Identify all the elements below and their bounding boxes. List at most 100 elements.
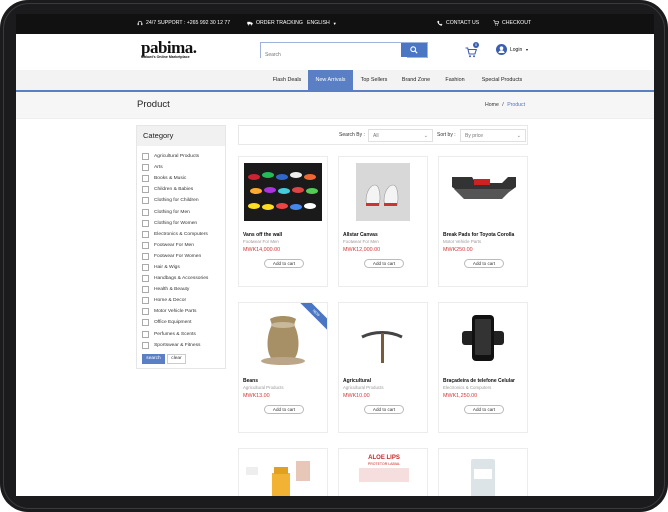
category-label: Motor Vehicle Parts: [154, 309, 197, 315]
category-item[interactable]: Office Equipment: [137, 317, 225, 328]
category-item[interactable]: Clothing for Men: [137, 206, 225, 217]
page-title-strip: Product Home / Product: [16, 92, 654, 119]
add-to-cart-button[interactable]: Add to cart: [364, 259, 404, 268]
nav-fashion[interactable]: Fashion: [440, 70, 470, 90]
checkout-link[interactable]: CHECKOUT: [493, 20, 531, 26]
category-checkbox[interactable]: [142, 263, 149, 271]
category-item[interactable]: Electronics & Computers: [137, 229, 225, 240]
order-tracking-link[interactable]: ORDER TRACKING: [247, 20, 303, 26]
category-item[interactable]: Motor Vehicle Parts: [137, 306, 225, 317]
search-input[interactable]: [261, 49, 407, 61]
breadcrumb-home[interactable]: Home: [485, 102, 499, 108]
add-to-cart-button[interactable]: Add to cart: [264, 259, 304, 268]
truck-icon: [247, 21, 253, 26]
contact-us-link[interactable]: CONTACT US: [437, 20, 479, 26]
tablet-frame: 24/7 SUPPORT : +265 992 30 12 77 ORDER T…: [0, 0, 668, 512]
language-selector[interactable]: ENGLISH ▼: [307, 20, 337, 26]
category-checkbox[interactable]: [142, 330, 149, 338]
category-checkbox[interactable]: [142, 341, 149, 349]
aloe-lips-title: ALOE LIPS: [368, 455, 400, 461]
product-name[interactable]: Allstar Canvas: [343, 232, 378, 238]
product-card[interactable]: [438, 448, 528, 496]
nav-new-arrivals[interactable]: New Arrivals: [308, 70, 353, 90]
category-checkbox[interactable]: [142, 319, 149, 327]
category-item[interactable]: Arts: [137, 162, 225, 173]
login-button[interactable]: Login ▼: [496, 44, 529, 55]
main-nav: Flash Deals New Arrivals Top Sellers Bra…: [16, 70, 654, 92]
nav-flash-deals[interactable]: Flash Deals: [266, 70, 308, 90]
search-by-select[interactable]: All ⌄: [368, 129, 433, 142]
category-item[interactable]: Agricultural Products: [137, 151, 225, 162]
sort-by-select[interactable]: By price ⌄: [460, 129, 526, 142]
sidebar-buttons: search clear: [137, 353, 225, 364]
category-checkbox[interactable]: [142, 286, 149, 294]
browser-screen: 24/7 SUPPORT : +265 992 30 12 77 ORDER T…: [16, 14, 654, 496]
category-clear-button[interactable]: clear: [167, 353, 186, 364]
category-checkbox[interactable]: [142, 275, 149, 283]
category-item[interactable]: Sportswear & Fitness: [137, 340, 225, 351]
headset-icon: [137, 20, 143, 26]
category-checkbox[interactable]: [142, 230, 149, 238]
product-card[interactable]: ALOE LIPS PROTETOR LABIAL: [338, 448, 428, 496]
add-to-cart-button[interactable]: Add to cart: [464, 259, 504, 268]
category-checkbox[interactable]: [142, 153, 149, 161]
category-checkbox[interactable]: [142, 197, 149, 205]
category-search-button[interactable]: search: [142, 353, 165, 364]
category-checkbox[interactable]: [142, 241, 149, 249]
product-name[interactable]: Braçadeira de telefone Celular: [443, 378, 515, 384]
category-item[interactable]: Footwear For Men: [137, 240, 225, 251]
category-item[interactable]: Books & Music: [137, 173, 225, 184]
search-box: [260, 42, 428, 61]
product-name[interactable]: Beans: [243, 378, 258, 384]
product-category: Agricultural Products: [343, 385, 384, 390]
site-logo[interactable]: pabima. Malawi's Online Marketplace: [141, 38, 197, 59]
product-card[interactable]: Vans off the wall Footwear For Men MWK14…: [238, 156, 328, 287]
search-icon: [410, 46, 418, 54]
product-card[interactable]: Braçadeira de telefone Celular Electroni…: [438, 302, 528, 433]
category-checkbox[interactable]: [142, 219, 149, 227]
category-checkbox[interactable]: [142, 208, 149, 216]
product-name[interactable]: Agricultural: [343, 378, 371, 384]
aloe-bottle-image: [471, 459, 495, 496]
category-checkbox[interactable]: [142, 186, 149, 194]
category-item[interactable]: Health & Beauty: [137, 284, 225, 295]
category-item[interactable]: Perfumes & Scents: [137, 329, 225, 340]
product-card[interactable]: [238, 448, 328, 496]
category-item[interactable]: Hair & Wigs: [137, 262, 225, 273]
product-name[interactable]: Break Pads for Toyota Corolla: [443, 232, 514, 238]
nav-special-products[interactable]: Special Products: [474, 70, 530, 90]
product-category: Motor Vehicle Parts: [443, 239, 482, 244]
nav-brand-zone[interactable]: Brand Zone: [396, 70, 436, 90]
nav-top-sellers[interactable]: Top Sellers: [356, 70, 392, 90]
category-label: Perfumes & Scents: [154, 331, 196, 337]
category-checkbox[interactable]: [142, 308, 149, 316]
cart-button[interactable]: 0: [465, 42, 479, 63]
product-card[interactable]: NEW Beans Agricultural Products MWK13.00…: [238, 302, 328, 433]
category-checkbox[interactable]: [142, 297, 149, 305]
search-button[interactable]: [401, 43, 427, 57]
filter-sort-bar: Search By : All ⌄ Sort by : By price ⌄: [238, 125, 528, 145]
product-card[interactable]: Break Pads for Toyota Corolla Motor Vehi…: [438, 156, 528, 287]
category-label: Footwear For Women: [154, 253, 202, 259]
logo-word: pabima.: [141, 38, 197, 57]
category-item[interactable]: Footwear For Women: [137, 251, 225, 262]
category-checkbox[interactable]: [142, 164, 149, 172]
category-item[interactable]: Children & Babies: [137, 184, 225, 195]
product-name[interactable]: Vans off the wall: [243, 232, 282, 238]
category-sidebar: Category Agricultural Products Arts Book…: [136, 125, 226, 369]
category-item[interactable]: Clothing for Women: [137, 218, 225, 229]
category-checkbox[interactable]: [142, 252, 149, 260]
category-item[interactable]: Home & Decor: [137, 295, 225, 306]
product-card[interactable]: Allstar Canvas Footwear For Men MWK12,00…: [338, 156, 428, 287]
category-item[interactable]: Handbags & Accessories: [137, 273, 225, 284]
sort-by-label: Sort by :: [437, 132, 456, 138]
product-card[interactable]: Agricultural Agricultural Products MWK10…: [338, 302, 428, 433]
product-price: MWK12,000.00: [343, 247, 381, 253]
add-to-cart-button[interactable]: Add to cart: [364, 405, 404, 414]
category-label: Clothing for Men: [154, 209, 190, 215]
category-item[interactable]: Clothing for Children: [137, 195, 225, 206]
add-to-cart-button[interactable]: Add to cart: [464, 405, 504, 414]
add-to-cart-button[interactable]: Add to cart: [264, 405, 304, 414]
breadcrumb-current: Product: [507, 102, 526, 108]
category-checkbox[interactable]: [142, 175, 149, 183]
